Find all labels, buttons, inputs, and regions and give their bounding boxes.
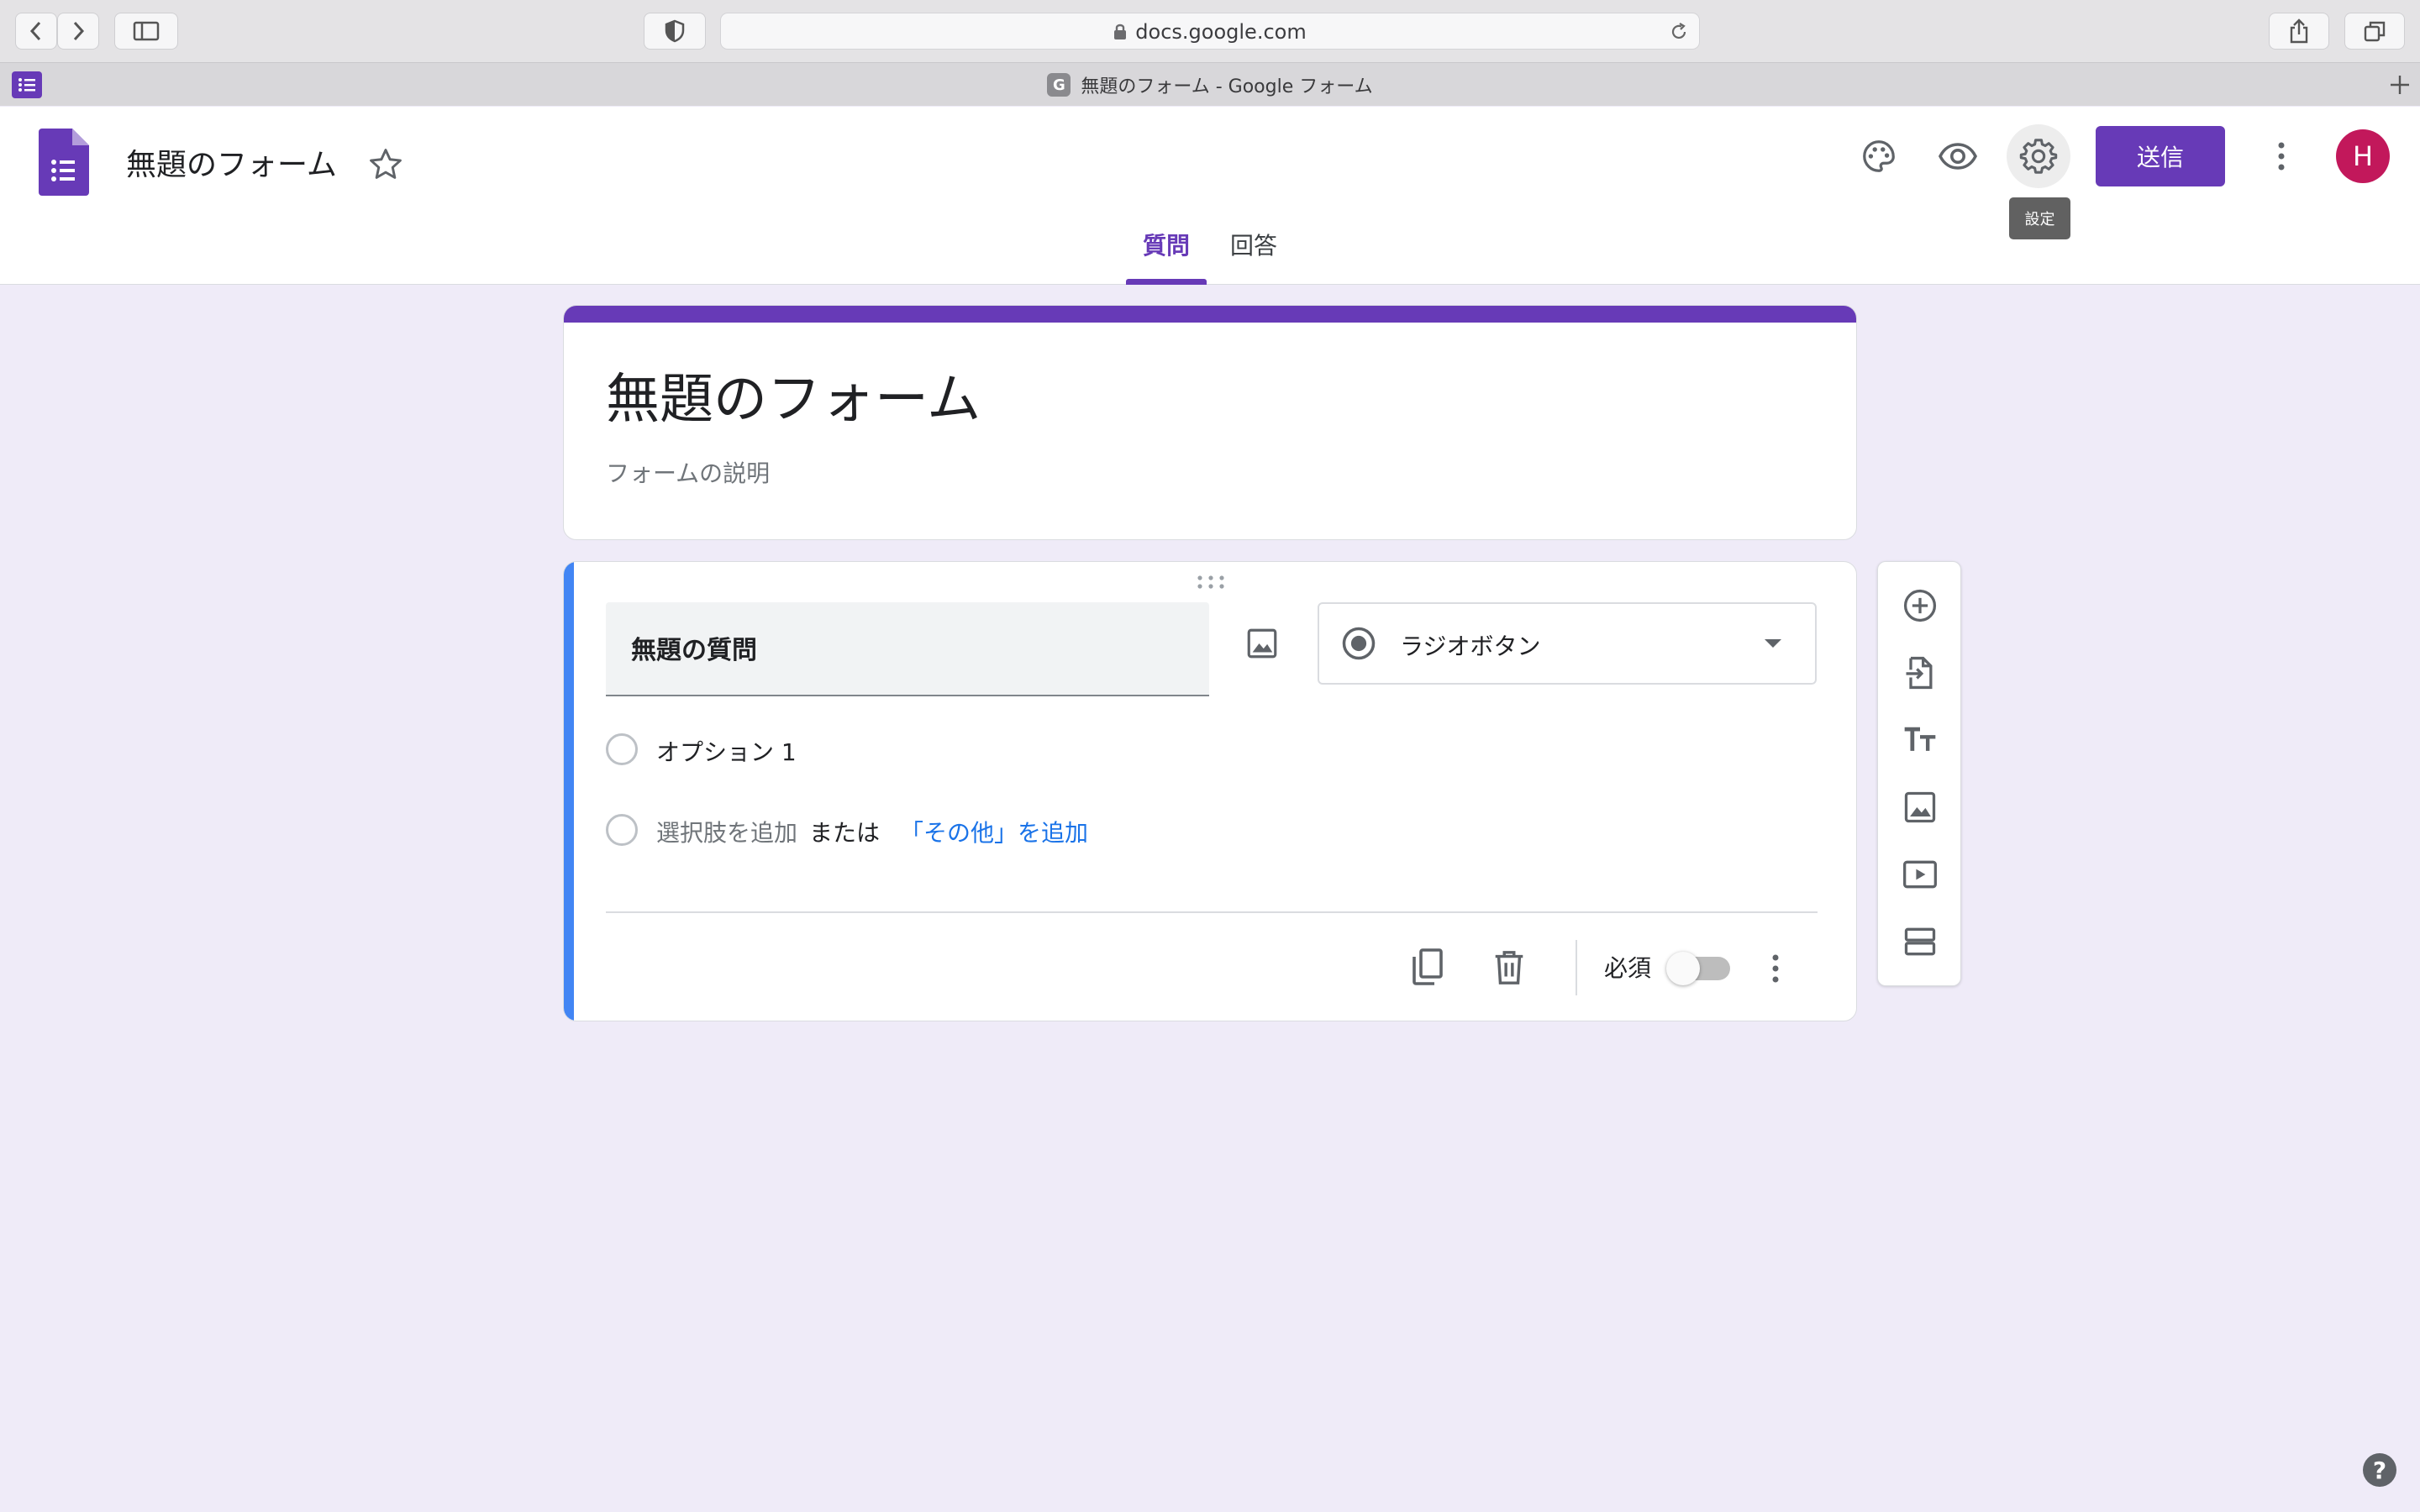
form-title[interactable]: 無題のフォーム <box>606 356 981 433</box>
add-image-icon[interactable] <box>1244 626 1280 661</box>
preview-button[interactable] <box>1926 124 1990 188</box>
form-description-field[interactable]: フォームの説明 <box>606 455 770 489</box>
card-footer-divider <box>606 911 1818 913</box>
address-bar[interactable]: docs.google.com <box>720 13 1700 50</box>
more-options-button[interactable] <box>2249 124 2313 188</box>
add-video-button[interactable] <box>1893 848 1947 901</box>
question-title: 無題の質問 <box>631 636 757 665</box>
add-question-icon <box>1903 589 1937 622</box>
back-button[interactable] <box>15 13 57 50</box>
add-image-button[interactable] <box>1893 780 1947 834</box>
duplicate-icon[interactable] <box>1407 947 1448 989</box>
footer-vertical-divider <box>1576 940 1577 995</box>
chevron-right-icon <box>73 21 85 41</box>
tabs-icon <box>2364 21 2386 42</box>
video-icon <box>1903 860 1937 889</box>
eye-icon <box>1938 143 1978 170</box>
question-type-label: ラジオボタン <box>1400 633 1541 660</box>
favicon-icon: G <box>1047 73 1071 97</box>
option-radio <box>606 733 638 765</box>
import-questions-button[interactable] <box>1893 646 1947 700</box>
google-forms-logo-icon[interactable] <box>39 129 89 196</box>
sidebar-icon <box>133 21 160 41</box>
forms-header: 無題のフォーム 送信 H 設定 質問 回答 <box>0 107 2420 285</box>
question-more-icon[interactable] <box>1770 952 1781 985</box>
required-label: 必須 <box>1604 954 1652 982</box>
reload-icon[interactable] <box>1669 22 1689 42</box>
add-section-button[interactable] <box>1893 915 1947 969</box>
tab-bar: G 無題のフォーム - Google フォーム <box>0 62 2420 106</box>
title-card-accent <box>564 306 1856 323</box>
settings-tooltip: 設定 <box>2009 197 2070 239</box>
add-other-link[interactable]: 「その他」を追加 <box>900 815 1088 848</box>
forward-button[interactable] <box>57 13 99 50</box>
avatar[interactable]: H <box>2336 129 2390 183</box>
or-text: または <box>809 819 881 847</box>
add-title-button[interactable] <box>1893 713 1947 767</box>
tab-questions[interactable]: 質問 <box>1143 228 1190 261</box>
lock-icon <box>1114 24 1127 39</box>
gear-icon <box>2019 139 2058 174</box>
help-icon[interactable]: ? <box>2363 1453 2396 1487</box>
image-icon <box>1904 791 1936 823</box>
active-tab[interactable]: G 無題のフォーム - Google フォーム <box>0 63 2420 107</box>
add-option-radio <box>606 814 638 846</box>
radio-button-icon <box>1342 627 1376 660</box>
new-tab-icon[interactable] <box>2388 73 2412 97</box>
import-questions-icon <box>1906 656 1933 690</box>
add-option-link[interactable]: 選択肢を追加 <box>656 815 797 848</box>
share-icon <box>2290 18 2308 44</box>
question-card: 無題の質問 ラジオボタン オプション 1 選択肢を追加 または 「その他」を追加… <box>563 561 1857 1021</box>
floating-side-toolbar <box>1877 561 1961 986</box>
dropdown-arrow-icon <box>1765 639 1781 648</box>
section-icon <box>1904 927 1936 956</box>
send-button[interactable]: 送信 <box>2096 126 2225 186</box>
chevron-left-icon <box>29 21 41 41</box>
drag-handle-icon[interactable] <box>1197 574 1225 591</box>
url-text: docs.google.com <box>1135 20 1307 44</box>
tab-title-text: 無題のフォーム - Google フォーム <box>1081 76 1373 97</box>
form-name[interactable]: 無題のフォーム <box>126 140 337 184</box>
settings-button[interactable] <box>2007 124 2070 188</box>
star-icon[interactable] <box>367 146 404 183</box>
more-vert-icon <box>2278 142 2285 171</box>
delete-icon[interactable] <box>1490 947 1528 989</box>
required-toggle-knob[interactable] <box>1666 952 1700 985</box>
customize-theme-button[interactable] <box>1847 124 1911 188</box>
title-text-icon <box>1904 727 1936 751</box>
tab-active-indicator <box>1126 279 1207 285</box>
tab-responses[interactable]: 回答 <box>1230 228 1277 261</box>
share-button[interactable] <box>2269 13 2329 50</box>
form-title-card: 無題のフォーム フォームの説明 <box>563 305 1857 540</box>
option-1-label[interactable]: オプション 1 <box>656 734 797 768</box>
question-type-select[interactable]: ラジオボタン <box>1318 602 1817 685</box>
sidebar-toggle-button[interactable] <box>114 13 178 50</box>
tabs-overview-button[interactable] <box>2344 13 2405 50</box>
question-card-accent <box>564 562 574 1021</box>
add-question-button[interactable] <box>1893 579 1947 633</box>
browser-chrome: docs.google.com G 無題のフォーム - Google フォーム <box>0 0 2420 106</box>
shield-icon <box>665 19 685 43</box>
privacy-report-button[interactable] <box>644 13 706 50</box>
palette-icon <box>1863 140 1895 172</box>
